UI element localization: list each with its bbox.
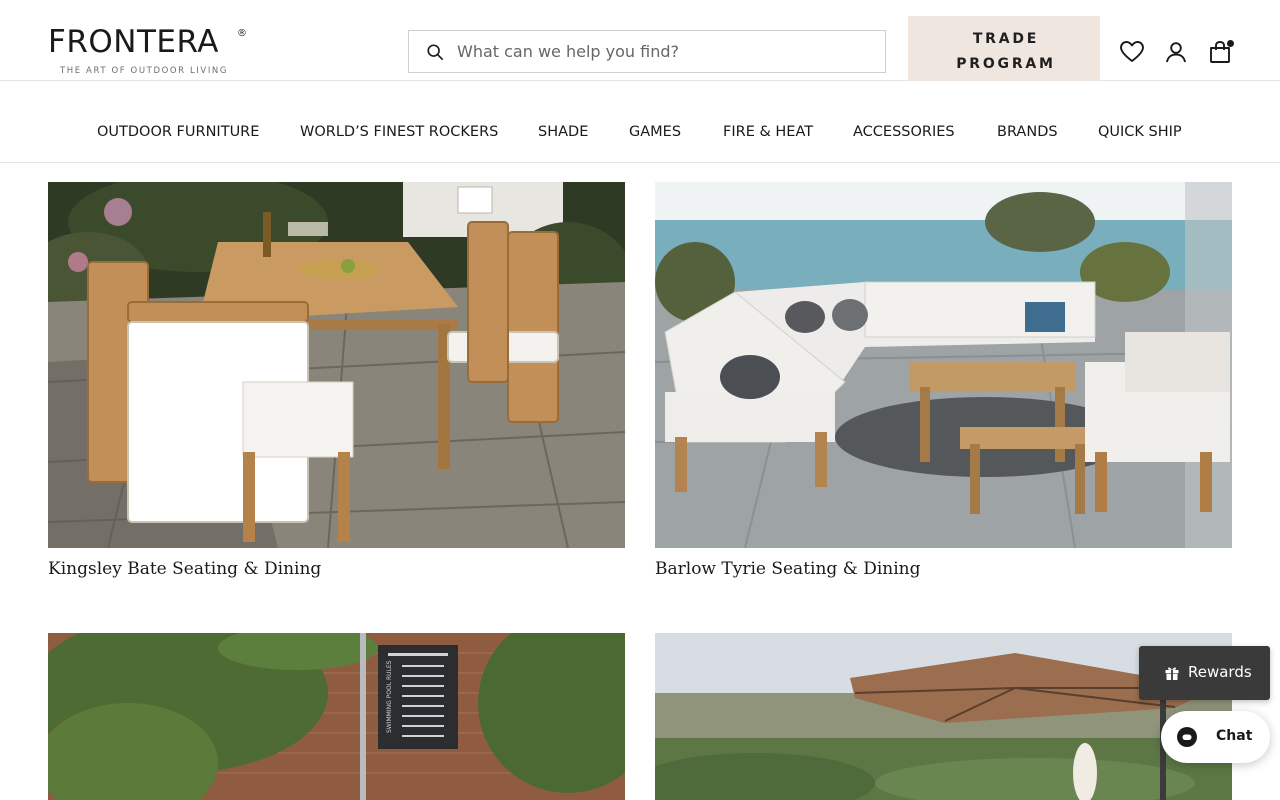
nav-item-quick-ship[interactable]: QUICK SHIP — [1098, 81, 1182, 162]
chat-launcher[interactable]: Chat — [1161, 711, 1270, 763]
nav-item-fire-heat[interactable]: FIRE & HEAT — [723, 81, 813, 162]
collection-title-barlow-tyrie[interactable]: Barlow Tyrie Seating & Dining — [655, 559, 921, 579]
chat-label: Chat — [1216, 728, 1253, 744]
gift-icon — [1165, 667, 1179, 680]
heart-icon[interactable] — [1119, 39, 1145, 65]
nav-item-games[interactable]: GAMES — [629, 81, 681, 162]
collection-image-outdoor-shower[interactable]: SWIMMING POOL RULES — [48, 633, 625, 800]
collection-image-barlow-tyrie[interactable] — [655, 182, 1232, 548]
nav-item-outdoor-furniture[interactable]: OUTDOOR FURNITURE — [97, 81, 259, 162]
search-bar[interactable] — [408, 30, 886, 73]
cart-badge-dot — [1227, 40, 1234, 47]
chat-bubble-icon — [1177, 727, 1197, 747]
site-logo[interactable]: FRONTERA ® THE ART OF OUTDOOR LIVING — [48, 24, 258, 76]
trade-program-button[interactable]: TRADE PROGRAM — [908, 16, 1100, 88]
main-navigation: OUTDOOR FURNITURE WORLD’S FINEST ROCKERS… — [0, 81, 1280, 163]
rewards-launcher[interactable]: Rewards — [1139, 646, 1270, 700]
search-icon[interactable] — [426, 43, 444, 61]
logo-tagline: THE ART OF OUTDOOR LIVING — [60, 66, 229, 76]
collection-image-kingsley-bate[interactable] — [48, 182, 625, 548]
account-icon[interactable] — [1163, 39, 1189, 65]
rewards-label: Rewards — [1188, 663, 1252, 681]
nav-item-worlds-finest-rockers[interactable]: WORLD’S FINEST ROCKERS — [300, 81, 498, 162]
collection-title-kingsley-bate[interactable]: Kingsley Bate Seating & Dining — [48, 559, 321, 579]
site-header: FRONTERA ® THE ART OF OUTDOOR LIVING TRA… — [0, 0, 1280, 88]
nav-item-accessories[interactable]: ACCESSORIES — [853, 81, 955, 162]
search-input[interactable] — [457, 31, 877, 72]
logo-wordmark: FRONTERA — [48, 24, 219, 60]
nav-item-shade[interactable]: SHADE — [538, 81, 588, 162]
pool-rules-sign-text: SWIMMING POOL RULES — [386, 660, 393, 733]
logo-registered-mark: ® — [237, 28, 247, 39]
nav-item-brands[interactable]: BRANDS — [997, 81, 1058, 162]
